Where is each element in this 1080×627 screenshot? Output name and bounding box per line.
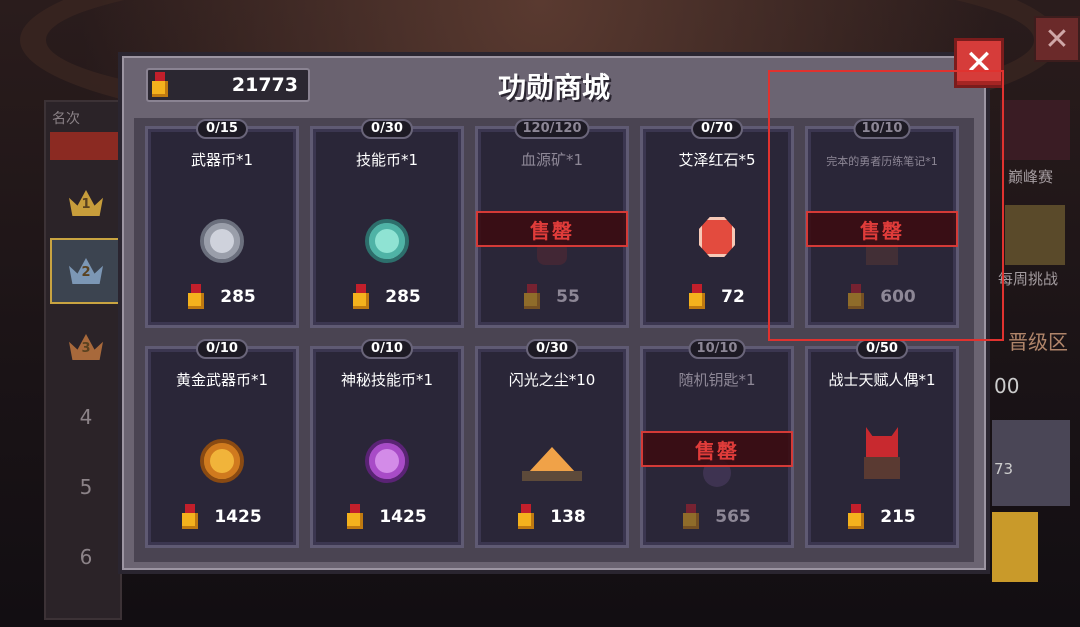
rank-header-bar	[50, 132, 122, 160]
item-price: 285	[148, 283, 296, 311]
item-name: 武器币*1	[190, 151, 254, 169]
weekly-challenge-label: 每周挑战	[998, 270, 1059, 288]
item-price: 565	[643, 503, 791, 531]
sold-out-banner: 售罄	[806, 211, 958, 247]
item-price: 1425	[313, 503, 461, 531]
item-name: 完本的勇者历练笔记*1	[826, 155, 938, 168]
item-price: 55	[478, 283, 626, 311]
merit-medal-icon	[848, 504, 865, 530]
merit-medal-icon	[524, 284, 541, 310]
purple-skill-coin-icon	[365, 439, 409, 483]
shining-dust-icon	[522, 447, 582, 481]
rank-row-4[interactable]: 4	[50, 384, 122, 450]
purchase-limit: 0/30	[361, 119, 413, 139]
purchase-limit: 0/10	[196, 339, 248, 359]
shop-item-warrior-talent-doll[interactable]: 0/50 战士天赋人偶*1 215	[805, 339, 959, 548]
bronze-crown-icon: 3	[69, 334, 103, 360]
dialog-title: 功勋商城	[497, 71, 610, 104]
peak-match-icon[interactable]	[1000, 100, 1070, 160]
item-name: 神秘技能币*1	[340, 371, 434, 389]
purchase-limit: 10/10	[853, 119, 911, 139]
rank-row-2[interactable]: 2	[50, 238, 122, 304]
merit-medal-icon	[353, 284, 370, 310]
shop-item-random-key[interactable]: 10/10 随机钥匙*1 售罄 565	[640, 339, 794, 548]
merit-medal-icon	[689, 284, 706, 310]
shop-item-mystery-skill-coin[interactable]: 0/10 神秘技能币*1 1425	[310, 339, 464, 548]
shop-item-azer-redstone[interactable]: 0/70 艾泽红石*5 72	[640, 119, 794, 328]
purchase-limit: 0/50	[856, 339, 908, 359]
item-name: 技能币*1	[355, 151, 419, 169]
item-name: 黄金武器币*1	[175, 371, 269, 389]
item-price: 600	[808, 283, 956, 311]
sold-out-banner: 售罄	[476, 211, 628, 247]
purchase-limit: 0/70	[691, 119, 743, 139]
promotion-zone-label: 晋级区	[1008, 330, 1068, 354]
shop-item-skill-coin[interactable]: 0/30 技能币*1 285	[310, 119, 464, 328]
shop-item-blood-ore[interactable]: 120/120 血源矿*1 售罄 55	[475, 119, 629, 328]
rank-row-6[interactable]: 6	[50, 524, 122, 590]
silver-weapon-coin-icon	[200, 219, 244, 263]
red-gem-icon	[699, 217, 735, 257]
item-price: 138	[478, 503, 626, 531]
close-button[interactable]: ✕	[954, 38, 1004, 88]
item-price: 1425	[148, 503, 296, 531]
shop-item-hero-notebook[interactable]: 10/10 完本的勇者历练笔记*1 售罄 600	[805, 119, 959, 328]
rank-row-3[interactable]: 3	[50, 314, 122, 380]
background-close-button[interactable]: ✕	[1034, 16, 1080, 62]
warrior-doll-icon	[860, 427, 904, 479]
side-value-2: 73	[994, 460, 1014, 478]
shop-item-shining-dust[interactable]: 0/30 闪光之尘*10 138	[475, 339, 629, 548]
rank-row-1[interactable]: 1	[50, 170, 122, 236]
gold-weapon-coin-icon	[200, 439, 244, 483]
sold-out-banner: 售罄	[641, 431, 793, 467]
teal-skill-coin-icon	[365, 219, 409, 263]
purchase-limit: 10/10	[688, 339, 746, 359]
gold-crown-icon: 1	[69, 190, 103, 216]
item-name: 血源矿*1	[520, 151, 584, 169]
rank-row-5[interactable]: 5	[50, 454, 122, 520]
purchase-limit: 0/30	[526, 339, 578, 359]
item-name: 随机钥匙*1	[678, 371, 756, 389]
merit-medal-icon	[182, 504, 199, 530]
merit-medal-icon	[188, 284, 205, 310]
side-value-1: 00	[994, 374, 1020, 398]
merit-medal-icon	[518, 504, 535, 530]
merit-medal-icon	[683, 504, 700, 530]
peak-match-label: 巅峰赛	[1008, 168, 1054, 186]
item-price: 215	[808, 503, 956, 531]
weekly-challenge-icon[interactable]	[1005, 205, 1065, 265]
item-name: 艾泽红石*5	[678, 151, 756, 169]
silver-crown-icon: 2	[69, 258, 103, 284]
rank-header: 名次	[52, 111, 80, 127]
purchase-limit: 0/10	[361, 339, 413, 359]
item-price: 72	[643, 283, 791, 311]
merit-medal-icon	[848, 284, 865, 310]
merit-medal-icon	[347, 504, 364, 530]
item-price: 285	[313, 283, 461, 311]
purchase-limit: 120/120	[514, 119, 590, 139]
side-gold-button[interactable]	[992, 512, 1038, 582]
item-name: 闪光之尘*10	[508, 371, 596, 389]
item-name: 战士天赋人偶*1	[828, 371, 936, 389]
purchase-limit: 0/15	[196, 119, 248, 139]
shop-item-gold-weapon-coin[interactable]: 0/10 黄金武器币*1 1425	[145, 339, 299, 548]
shop-item-weapon-coin[interactable]: 0/15 武器币*1 285	[145, 119, 299, 328]
